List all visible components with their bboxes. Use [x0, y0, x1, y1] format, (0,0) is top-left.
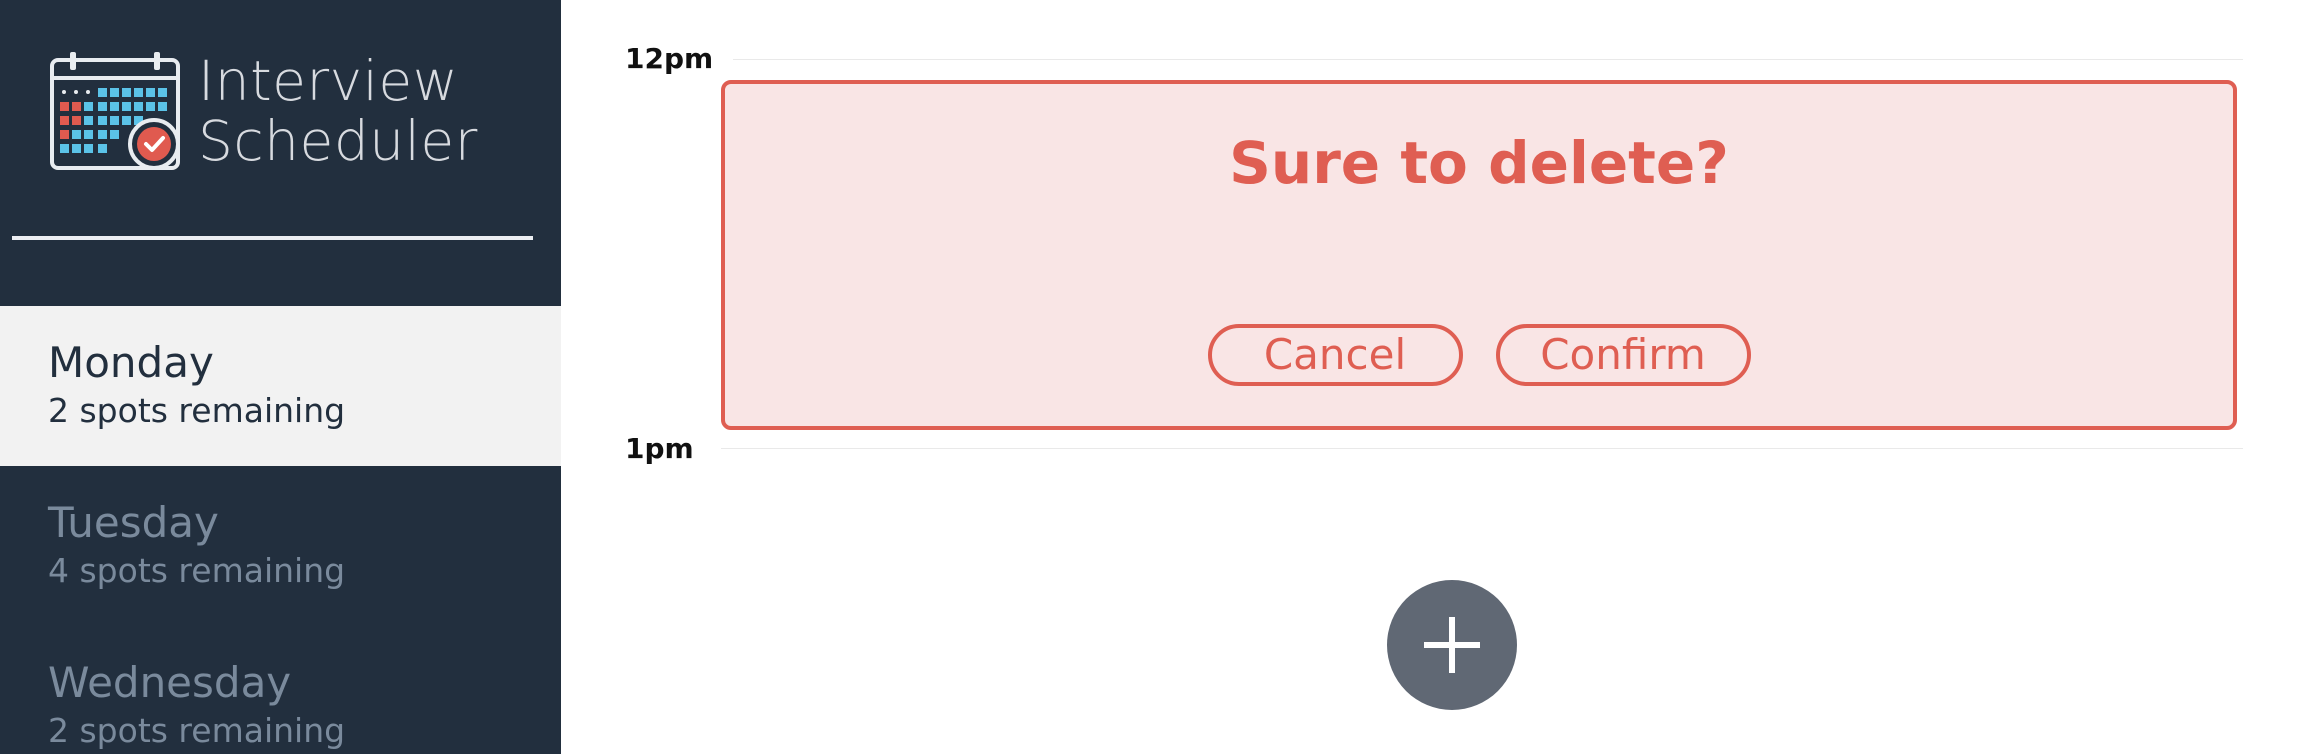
day-list: Monday 2 spots remaining Tuesday 4 spots…	[0, 306, 561, 754]
time-divider	[721, 448, 2243, 449]
time-divider	[733, 59, 2243, 60]
day-item-tuesday[interactable]: Tuesday 4 spots remaining	[0, 466, 561, 626]
schedule: 12pm Sure to delete? Cancel Confirm 1pm	[561, 0, 2314, 754]
time-label-12pm: 12pm	[625, 42, 714, 75]
day-item-wednesday[interactable]: Wednesday 2 spots remaining	[0, 626, 561, 754]
add-appointment-button[interactable]	[1387, 580, 1517, 710]
calendar-check-icon	[50, 52, 180, 170]
app-root: Interview Scheduler Monday 2 spots remai…	[0, 0, 2314, 754]
sidebar-divider	[12, 236, 533, 240]
day-spots-remaining: 2 spots remaining	[48, 711, 346, 750]
day-spots-remaining: 2 spots remaining	[48, 391, 346, 430]
day-spots-remaining: 4 spots remaining	[48, 551, 346, 590]
confirm-button[interactable]: Confirm	[1495, 324, 1751, 386]
day-name: Wednesday	[48, 658, 292, 707]
sidebar: Interview Scheduler Monday 2 spots remai…	[0, 0, 561, 754]
logo: Interview Scheduler	[50, 50, 478, 172]
app-title-line2: Scheduler	[198, 109, 478, 173]
day-item-monday[interactable]: Monday 2 spots remaining	[0, 306, 561, 466]
app-title: Interview Scheduler	[198, 51, 478, 171]
day-name: Tuesday	[48, 498, 219, 547]
time-label-1pm: 1pm	[625, 432, 694, 465]
cancel-button[interactable]: Cancel	[1207, 324, 1463, 386]
appointment-confirm-delete: Sure to delete? Cancel Confirm	[721, 80, 2237, 430]
confirm-actions: Cancel Confirm	[725, 324, 2233, 386]
day-name: Monday	[48, 338, 214, 387]
plus-icon	[1424, 617, 1480, 673]
app-title-line1: Interview	[198, 49, 459, 113]
confirm-message: Sure to delete?	[1229, 129, 1729, 197]
